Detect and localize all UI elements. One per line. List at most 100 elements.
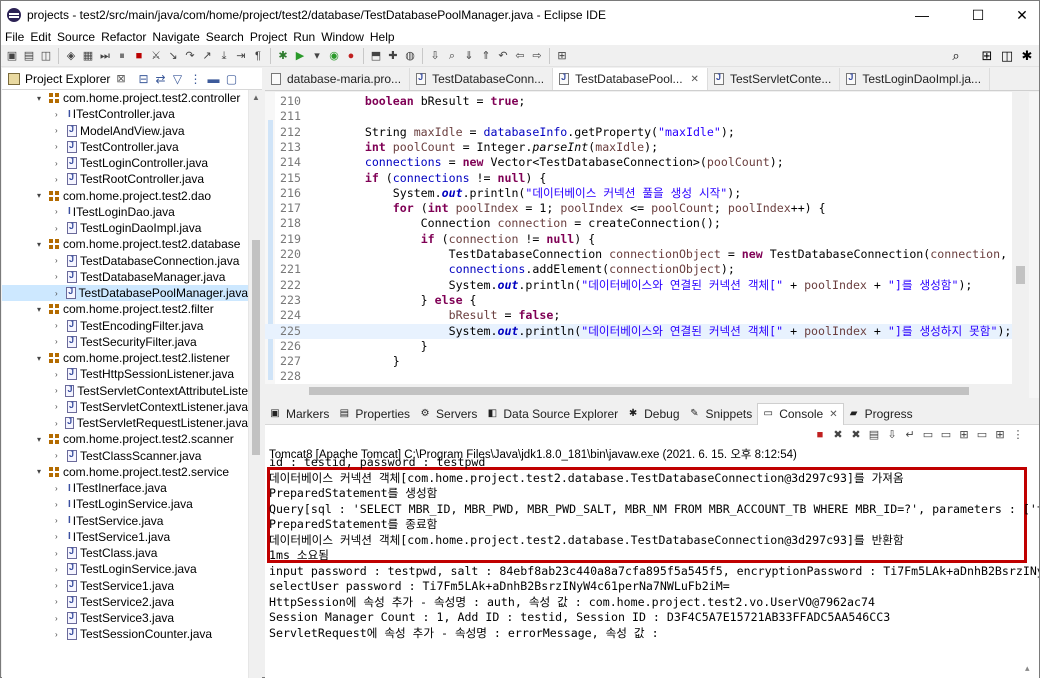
menu-refactor[interactable]: Refactor — [101, 30, 150, 44]
pause-icon[interactable]: ⏸ — [115, 49, 129, 63]
tree-file[interactable]: › TestService3.java — [2, 610, 248, 626]
chevron-down-icon[interactable]: ▾ — [37, 240, 47, 249]
skip-icon[interactable]: ⏭ — [98, 49, 112, 63]
clear-console-icon[interactable]: ▤ — [867, 428, 881, 442]
menu-run[interactable]: Run — [293, 30, 319, 44]
chevron-right-icon[interactable]: › — [55, 581, 65, 590]
tree-file[interactable]: › TestEncodingFilter.java — [2, 318, 248, 334]
code-line[interactable]: 212 String maxIdle = databaseInfo.getPro… — [265, 125, 1029, 140]
chevron-right-icon[interactable]: › — [55, 175, 65, 184]
chevron-right-icon[interactable]: › — [55, 321, 65, 330]
debug-perspective-icon[interactable]: ✱ — [1019, 48, 1035, 64]
menu-window[interactable]: Window — [321, 30, 368, 44]
chevron-right-icon[interactable]: › — [55, 419, 63, 428]
collapse-all-icon[interactable]: ⊟ — [136, 71, 151, 86]
view-tab-servers[interactable]: ⚙ Servers — [415, 403, 482, 425]
remove-launch-icon[interactable]: ✖ — [831, 428, 845, 442]
use-step-filters-icon[interactable]: ⇥ — [234, 49, 248, 63]
tree-file[interactable]: › TestSecurityFilter.java — [2, 334, 248, 350]
tree-package[interactable]: ▾ com.home.project.test2.filter — [2, 301, 248, 317]
tree-file[interactable]: › TestLoginService.java — [2, 561, 248, 577]
scrollbar-thumb[interactable] — [309, 387, 969, 395]
chevron-down-icon[interactable]: ▾ — [37, 94, 47, 103]
block-icon[interactable]: ▦ — [81, 49, 95, 63]
word-wrap-icon[interactable]: ↵ — [903, 428, 917, 442]
new-java-project-icon[interactable]: ⬒ — [369, 49, 383, 63]
tree-file[interactable]: › TestDatabaseConnection.java — [2, 253, 248, 269]
chevron-down-icon[interactable]: ▾ — [37, 354, 47, 363]
chevron-down-icon[interactable]: ▾ — [37, 305, 47, 314]
tree-file[interactable]: › TestServletContextListener.java — [2, 399, 248, 415]
tree-file[interactable]: › TestSessionCounter.java — [2, 626, 248, 642]
back-icon[interactable]: ⇦ — [513, 49, 527, 63]
menu-project[interactable]: Project — [250, 30, 291, 44]
search-tb-icon[interactable]: ⌕ — [445, 49, 459, 63]
disconnect-icon[interactable]: ⚔ — [149, 49, 163, 63]
tree-package[interactable]: ▾ com.home.project.test2.scanner — [2, 431, 248, 447]
code-line[interactable]: 211 — [265, 109, 1029, 124]
tree-file[interactable]: › I ITestController.java — [2, 106, 248, 122]
console-view[interactable]: ■ ✖ ✖ ▤ ⇩ ↵ ▭ ▭ ⊞ ▭ ⊞ ⋮ Tomcat8 [Apache … — [265, 425, 1039, 678]
menu-search[interactable]: Search — [206, 30, 248, 44]
editor-tab[interactable]: TestServletConte... — [708, 68, 841, 90]
editor-vertical-scrollbar[interactable] — [1012, 92, 1029, 384]
menu-navigate[interactable]: Navigate — [152, 30, 203, 44]
chevron-right-icon[interactable]: › — [55, 207, 65, 216]
project-explorer-scrollbar[interactable]: ▲ — [248, 90, 262, 678]
code-line[interactable]: 213 int poolCount = Integer.parseInt(max… — [265, 140, 1029, 155]
tree-file[interactable]: › TestRootController.java — [2, 171, 248, 187]
next-annotation-icon[interactable]: ⇓ — [462, 49, 476, 63]
tree-package[interactable]: ▾ com.home.project.test2.database — [2, 236, 248, 252]
scroll-lock-icon[interactable]: ⇩ — [885, 428, 899, 442]
tree-file[interactable]: › TestClass.java — [2, 545, 248, 561]
search-icon[interactable]: ⌕ — [948, 48, 964, 64]
tree-file[interactable]: › TestDatabasePoolManager.java — [2, 285, 248, 302]
java-ee-perspective-icon[interactable]: ◫ — [999, 48, 1015, 64]
scroll-up-icon[interactable]: ▲ — [249, 90, 263, 104]
tree-file[interactable]: › TestService2.java — [2, 594, 248, 610]
chevron-right-icon[interactable]: › — [55, 516, 65, 525]
chevron-right-icon[interactable]: › — [55, 256, 65, 265]
chevron-right-icon[interactable]: › — [55, 402, 65, 411]
code-line[interactable]: 220 TestDatabaseConnection connectionObj… — [265, 247, 1029, 262]
save-all-icon[interactable]: ◫ — [39, 49, 53, 63]
tree-file[interactable]: › TestClassScanner.java — [2, 448, 248, 464]
chevron-down-icon[interactable]: ▾ — [37, 435, 47, 444]
chevron-right-icon[interactable]: › — [55, 159, 65, 168]
tree-package[interactable]: ▾ com.home.project.test2.controller — [2, 90, 248, 106]
tree-file[interactable]: › I ITestLoginService.java — [2, 496, 248, 512]
editor-tab[interactable]: TestLoginDaoImpl.ja... — [840, 68, 991, 90]
link-with-editor-icon[interactable]: ⇄ — [153, 71, 168, 86]
chevron-right-icon[interactable]: › — [55, 272, 65, 281]
new-icon[interactable]: ▣ — [5, 49, 19, 63]
external-tools-icon[interactable]: ● — [344, 49, 358, 63]
code-line[interactable]: 223 } else { — [265, 293, 1029, 308]
view-menu-icon[interactable]: ⋮ — [188, 71, 203, 86]
tree-file[interactable]: › I ITestService.java — [2, 513, 248, 529]
tree-file[interactable]: › TestService1.java — [2, 578, 248, 594]
minimize-button[interactable]: — — [899, 1, 945, 29]
close-icon[interactable]: ✕ — [829, 409, 837, 420]
open-console-icon[interactable]: ⊞ — [993, 428, 1007, 442]
maximize-button[interactable]: ☐ — [955, 1, 1001, 29]
chevron-right-icon[interactable]: › — [55, 126, 65, 135]
chevron-right-icon[interactable]: › — [55, 451, 65, 460]
menu-help[interactable]: Help — [370, 30, 399, 44]
step-over-icon[interactable]: ↷ — [183, 49, 197, 63]
code-line[interactable]: 215 if (connections != null) { — [265, 171, 1029, 186]
step-into-icon[interactable]: ↘ — [166, 49, 180, 63]
tree-file[interactable]: › I ITestService1.java — [2, 529, 248, 545]
save-icon[interactable]: ▤ — [22, 49, 36, 63]
tree-file[interactable]: › I ITestInerface.java — [2, 480, 248, 496]
menu-file[interactable]: File — [5, 30, 28, 44]
maximize-view-icon[interactable]: ▢ — [224, 71, 239, 86]
tree-file[interactable]: › TestServletRequestListener.java — [2, 415, 248, 431]
minimize-view-icon[interactable]: ▬ — [206, 71, 221, 86]
view-tab-data-source-explorer[interactable]: ◧ Data Source Explorer — [482, 403, 623, 425]
chevron-right-icon[interactable]: › — [55, 549, 65, 558]
chevron-right-icon[interactable]: › — [55, 142, 65, 151]
tree-file[interactable]: › I ITestLoginDao.java — [2, 204, 248, 220]
code-line[interactable]: 226 } — [265, 339, 1029, 354]
tree-file[interactable]: › TestServletContextAttributeListe — [2, 383, 248, 399]
forward-icon[interactable]: ⇨ — [530, 49, 544, 63]
